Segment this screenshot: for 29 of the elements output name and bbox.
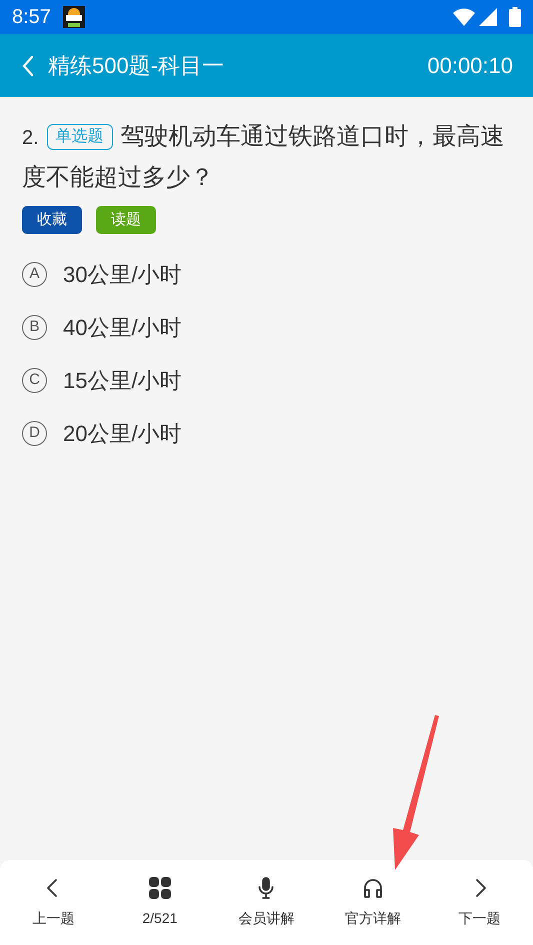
signal-icon xyxy=(479,8,497,26)
status-time: 8:57 xyxy=(12,5,51,30)
answer-option[interactable]: B 40公里/小时 xyxy=(22,301,511,354)
question-text: 2. 单选题 驾驶机动车通过铁路道口时，最高速度不能超过多少？ xyxy=(22,122,506,193)
option-letter: C xyxy=(22,368,47,393)
app-notification-icon xyxy=(62,6,85,28)
option-text: 30公里/小时 xyxy=(63,261,182,289)
header-title: 精练500题-科目一 xyxy=(48,52,224,80)
answer-option[interactable]: A 30公里/小时 xyxy=(22,248,511,301)
nav-button[interactable]: 下一题 xyxy=(430,876,530,929)
nav-button[interactable]: 2/521 xyxy=(110,876,210,929)
option-text: 20公里/小时 xyxy=(63,420,182,448)
answer-option[interactable]: D 20公里/小时 xyxy=(22,407,511,460)
back-icon[interactable] xyxy=(20,54,36,78)
option-letter: B xyxy=(22,315,47,340)
option-letter: A xyxy=(22,262,47,287)
option-text: 40公里/小时 xyxy=(63,314,182,342)
answer-option[interactable]: C 15公里/小时 xyxy=(22,354,511,407)
nav-button[interactable]: 官方详解 xyxy=(323,876,424,929)
battery-icon xyxy=(509,7,521,27)
option-letter: D xyxy=(22,421,47,446)
option-text: 15公里/小时 xyxy=(63,367,182,395)
grid-icon xyxy=(148,876,172,900)
timer: 00:00:10 xyxy=(427,52,513,80)
nav-button[interactable]: 上一题 xyxy=(3,876,104,929)
question-type-tag: 单选题 xyxy=(46,124,113,150)
action-button[interactable]: 收藏 xyxy=(22,206,82,234)
wifi-icon xyxy=(453,8,475,26)
nav-button[interactable]: 会员讲解 xyxy=(216,876,316,929)
